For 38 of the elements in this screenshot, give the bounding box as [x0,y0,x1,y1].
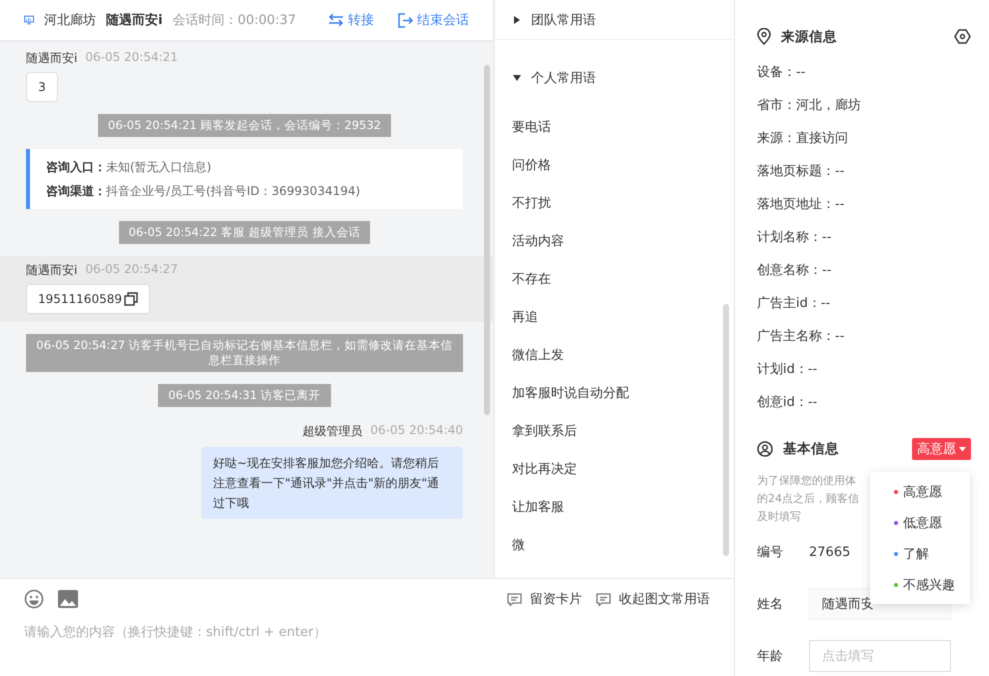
message-bubble: 3 [26,72,58,102]
sender-name: 超级管理员 [302,423,362,440]
info-label: 咨询渠道： [46,184,106,198]
source-field: 广告主名称：-- [757,326,844,345]
field-label: 年龄 [757,648,784,666]
section-title: 基本信息 [783,440,839,458]
system-notice: 06-05 20:54:27 访客手机号已自动标记右侧基本信息栏，如需修改请在基本信息栏直接操作 [26,334,463,372]
source-field: 来源：直接访问 [757,129,848,148]
message-time: 06-05 20:54:40 [370,423,463,439]
message-time: 06-05 20:54:27 [85,262,178,278]
source-field: 广告主id：-- [757,294,830,312]
info-value: 未知(暂无入口信息) [106,160,212,174]
info-label: 咨询入口： [46,160,106,174]
source-field: 创意id：-- [757,392,818,411]
field-label: 姓名 [757,596,784,614]
message-bubble: 19511160589 [26,284,150,314]
session-duration: 会话时间：00:00:37 [172,12,296,29]
system-notice: 06-05 20:54:31 访客已离开 [158,384,331,407]
source-field: 设备：-- [757,63,806,82]
system-notice: 06-05 20:54:22 客服 超级管理员 接入会话 [118,221,370,244]
source-field: 计划名称：-- [757,228,832,246]
message-time: 06-05 20:54:21 [85,50,178,66]
visitor-name: 随遇而安i [106,12,163,29]
visitor-location: 河北廊坊 [44,12,96,29]
source-field: 创意名称：-- [757,261,832,280]
message-bubble: 好哒~现在安排客服加您介绍哈。请您稍后注意查看一下"通讯录"并点击"新的朋友"通过下哦 [201,447,463,519]
system-notice: 06-05 20:54:21 顾客发起会话，会话编号：29532 [98,114,391,137]
section-title: 来源信息 [781,28,837,46]
source-field: 落地页标题：-- [757,162,844,180]
source-field: 省市：河北，廊坊 [757,96,861,114]
sender-name: 随遇而安i [26,262,78,279]
sender-name: 随遇而安i [26,50,78,67]
source-field: 计划id：-- [757,360,818,378]
source-field: 落地页地址：-- [757,195,844,214]
field-value: 27665 [809,544,850,560]
field-label: 编号 [757,544,784,562]
hint-text: 为了保障您的使用体 的24点之后，顾客信 及时填写 [757,473,859,526]
info-value: 抖音企业号/员工号(抖音号ID：36993034194) [106,184,360,198]
